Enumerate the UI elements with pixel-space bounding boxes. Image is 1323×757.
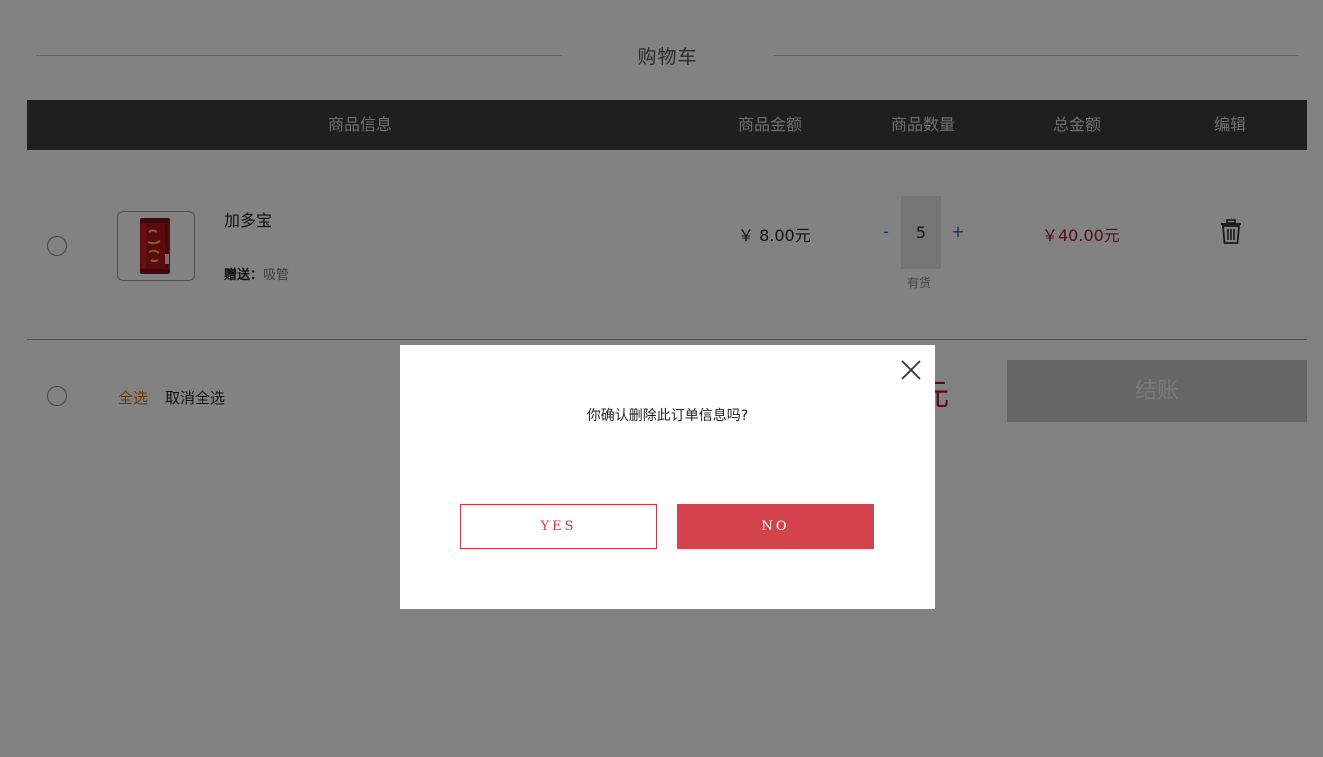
yes-button[interactable]: YES	[460, 504, 657, 549]
no-button[interactable]: NO	[677, 504, 874, 549]
close-icon[interactable]	[899, 358, 923, 382]
dialog-message: 你确认删除此订单信息吗?	[586, 408, 749, 424]
confirm-delete-dialog: 你确认删除此订单信息吗? YES NO	[400, 345, 935, 609]
